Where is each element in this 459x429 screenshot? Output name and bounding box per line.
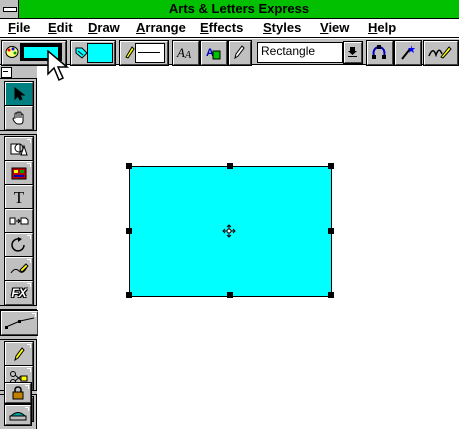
freehand-icon [10, 263, 29, 274]
hand-icon [12, 111, 24, 125]
text-color-button[interactable]: A [201, 41, 227, 65]
selection-handle-nw[interactable] [126, 163, 132, 169]
selection-handle-sw[interactable] [126, 292, 132, 298]
line-style-icon [125, 46, 135, 59]
window-title: Arts & Letters Express [168, 1, 310, 16]
fx-tool-glyph: FX [11, 286, 27, 300]
signature-button[interactable] [424, 41, 458, 65]
menu-draw[interactable]: Draw [88, 19, 120, 37]
toolbox-header [0, 66, 37, 79]
selection-handle-e[interactable] [328, 228, 334, 234]
mouse-cursor-icon [47, 50, 70, 82]
tool-fill-bucket[interactable] [5, 405, 31, 425]
menu-bar: File Edit Draw Arrange Effects Styles Vi… [0, 19, 459, 38]
line-style-button[interactable] [120, 41, 168, 65]
rectangle-shape[interactable] [129, 166, 332, 297]
type-style-button[interactable]: A A [173, 41, 199, 65]
move-center-icon [222, 224, 236, 238]
menu-help[interactable]: Help [368, 19, 396, 37]
pen-button[interactable] [229, 41, 251, 65]
tool-measure[interactable] [1, 311, 38, 335]
tool-pen[interactable] [5, 342, 33, 366]
tool-select[interactable] [5, 82, 33, 106]
tool-effects[interactable]: FX [5, 281, 33, 305]
fill-button[interactable] [71, 41, 115, 65]
selection-handle-s[interactable] [227, 292, 233, 298]
tool-shapes[interactable] [5, 137, 33, 161]
tool-clipart[interactable] [5, 161, 33, 185]
measure-line-icon [4, 317, 34, 329]
pen-icon [234, 45, 245, 60]
menu-view[interactable]: View [320, 19, 349, 37]
menu-effects[interactable]: Effects [200, 19, 243, 37]
palette-icon [5, 46, 19, 58]
tool-hand[interactable] [5, 106, 33, 130]
selection-handle-ne[interactable] [328, 163, 334, 169]
toolbox-separator [0, 130, 37, 135]
nodes-icon [372, 45, 386, 59]
tool-text[interactable]: T [5, 185, 33, 209]
line-sample [138, 52, 160, 53]
clipart-icon [11, 167, 27, 180]
system-menu-icon [3, 7, 17, 12]
drawing-canvas[interactable] [38, 66, 459, 429]
toolbox-separator [0, 305, 37, 310]
dropdown-arrow-icon [348, 47, 357, 57]
fill-icon [75, 47, 88, 59]
magic-wand-button[interactable] [395, 41, 421, 65]
menu-styles[interactable]: Styles [263, 19, 301, 37]
line-swatch [87, 43, 113, 63]
svg-text:A: A [176, 45, 185, 60]
selection-handle-n[interactable] [227, 163, 233, 169]
menu-file[interactable]: File [8, 19, 30, 37]
menu-arrange[interactable]: Arrange [136, 19, 186, 37]
arrow-pointer-icon [14, 87, 25, 101]
object-type-field[interactable]: Rectangle [257, 42, 343, 63]
rotate-icon [11, 237, 25, 252]
nodes-button[interactable] [367, 41, 393, 65]
menu-edit[interactable]: Edit [48, 19, 73, 37]
object-type-dropdown-button[interactable] [344, 42, 362, 63]
magic-wand-icon [401, 45, 415, 60]
toolbox-separator [0, 335, 37, 340]
title-bar: Arts & Letters Express [0, 0, 459, 19]
text-color-icon: A [206, 47, 221, 60]
tool-convert[interactable] [5, 209, 33, 233]
system-menu-button[interactable] [0, 0, 19, 18]
tool-lock[interactable] [5, 383, 31, 403]
lock-icon [12, 386, 24, 400]
svg-text:A: A [184, 50, 192, 60]
pen-icon [14, 347, 25, 362]
tool-rotate[interactable] [5, 233, 33, 257]
selection-handle-se[interactable] [328, 292, 334, 298]
shapes-icon [10, 143, 28, 156]
type-style-icon: A A [176, 45, 192, 60]
signature-icon [428, 46, 452, 59]
toolbox-control-icon[interactable] [1, 67, 12, 78]
tool-freehand[interactable] [5, 257, 33, 281]
convert-icon [9, 217, 29, 225]
text-tool-glyph: T [13, 187, 25, 207]
selection-handle-w[interactable] [126, 228, 132, 234]
line-preview [135, 43, 165, 63]
toolbox: T FX [0, 66, 38, 429]
